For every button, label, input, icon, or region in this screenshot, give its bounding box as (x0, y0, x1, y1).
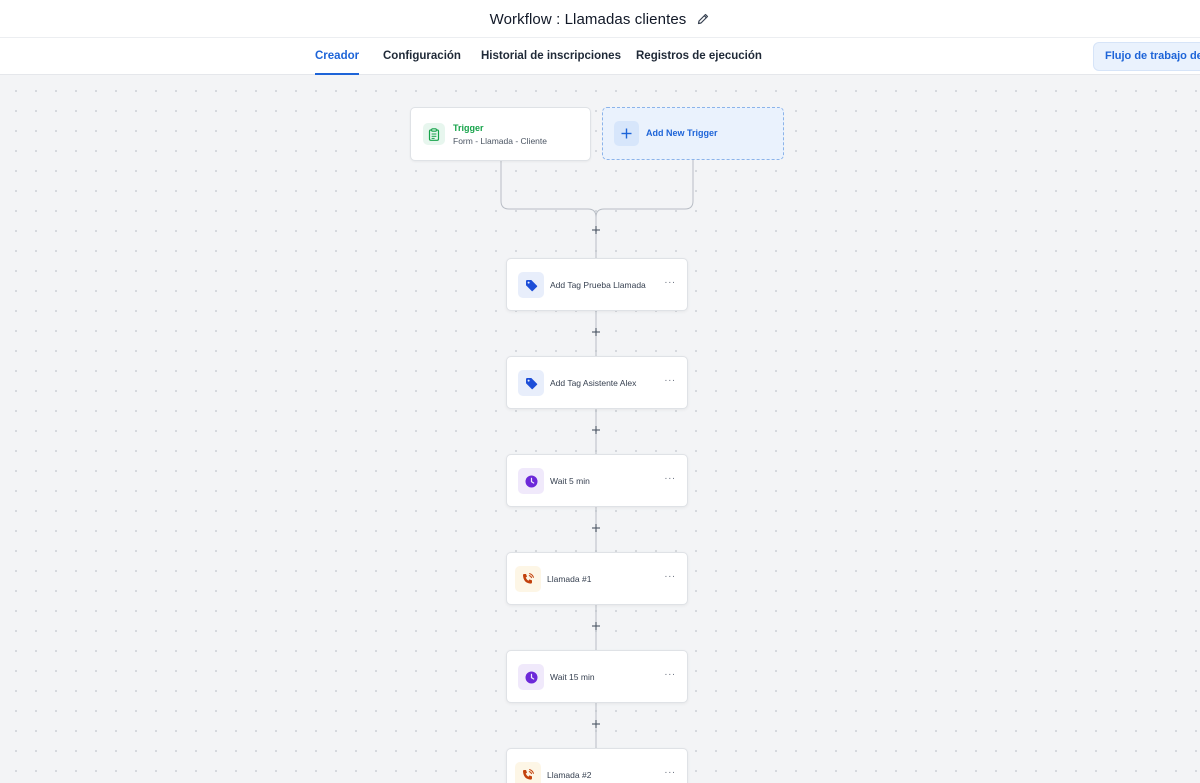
action-label: Wait 15 min (550, 672, 595, 682)
clock-icon (518, 468, 544, 494)
add-step-plus-icon[interactable] (589, 423, 603, 437)
tab-configuracion[interactable]: Configuración (383, 38, 461, 75)
tab-registros-de-ejecucion[interactable]: Registros de ejecución (636, 38, 762, 75)
tab-historial-de-inscripciones[interactable]: Historial de inscripciones (481, 38, 621, 75)
flujo-de-trabajo-button[interactable]: Flujo de trabajo de p (1093, 42, 1200, 71)
tag-icon (518, 370, 544, 396)
more-options-icon[interactable]: ··· (663, 376, 677, 390)
action-card-add-tag[interactable]: Add Tag Prueba Llamada ··· (506, 258, 688, 311)
trigger-card[interactable]: Trigger Form - Llamada - Cliente (410, 107, 591, 161)
trigger-subtitle: Form - Llamada - Cliente (453, 136, 548, 146)
tag-icon (518, 272, 544, 298)
add-new-trigger-button[interactable]: Add New Trigger (602, 107, 784, 160)
add-step-plus-icon[interactable] (589, 325, 603, 339)
title-wrap: Workflow : Llamadas clientes (0, 0, 1200, 38)
add-new-trigger-label: Add New Trigger (646, 128, 718, 138)
add-step-plus-icon[interactable] (589, 521, 603, 535)
clipboard-icon (423, 123, 445, 145)
page-title: Workflow : Llamadas clientes (489, 10, 687, 28)
more-options-icon[interactable]: ··· (663, 768, 677, 782)
tab-creador[interactable]: Creador (315, 38, 360, 75)
plus-icon (614, 121, 639, 146)
phone-ringing-icon (515, 762, 541, 783)
action-card-wait[interactable]: Wait 15 min ··· (506, 650, 688, 703)
action-card-llamada[interactable]: Llamada #1 ··· (506, 552, 688, 605)
action-label: Llamada #2 (547, 770, 592, 780)
action-card-wait[interactable]: Wait 5 min ··· (506, 454, 688, 507)
tabs-bar: Creador Configuración Historial de inscr… (0, 38, 1200, 75)
more-options-icon[interactable]: ··· (663, 474, 677, 488)
action-card-llamada[interactable]: Llamada #2 ··· (506, 748, 688, 783)
workflow-canvas[interactable]: Trigger Form - Llamada - Cliente Add New… (0, 75, 1200, 783)
more-options-icon[interactable]: ··· (663, 670, 677, 684)
action-label: Llamada #1 (547, 574, 592, 584)
action-card-add-tag[interactable]: Add Tag Asistente Alex ··· (506, 356, 688, 409)
add-step-plus-icon[interactable] (589, 223, 603, 237)
add-step-plus-icon[interactable] (589, 717, 603, 731)
top-bar: Workflow : Llamadas clientes (0, 0, 1200, 38)
phone-ringing-icon (515, 566, 541, 592)
pencil-icon[interactable] (696, 12, 710, 26)
action-label: Wait 5 min (550, 476, 590, 486)
action-label: Add Tag Asistente Alex (550, 378, 637, 388)
more-options-icon[interactable]: ··· (663, 278, 677, 292)
more-options-icon[interactable]: ··· (663, 572, 677, 586)
clock-icon (518, 664, 544, 690)
add-step-plus-icon[interactable] (589, 619, 603, 633)
action-label: Add Tag Prueba Llamada (550, 280, 646, 290)
trigger-title: Trigger (453, 123, 484, 133)
